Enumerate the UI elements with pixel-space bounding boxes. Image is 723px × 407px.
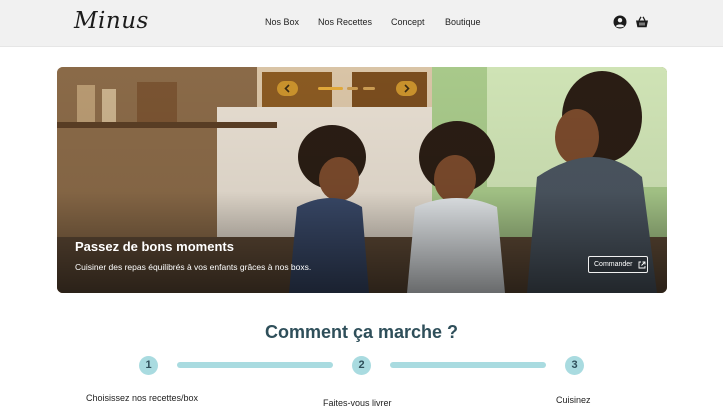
nav-nos-box[interactable]: Nos Box [265,17,299,27]
how-it-works-title: Comment ça marche ? [264,322,459,342]
step-label-1: Choisissez nos recettes/box [86,393,199,403]
basket-icon[interactable] [635,15,649,29]
nav-concept[interactable]: Concept [391,17,425,27]
step-label-2: Faites-vous livrer [323,398,392,407]
chevron-left-icon [284,84,290,93]
top-navbar: Minus Nos Box Nos Recettes Concept Bouti… [0,0,723,47]
carousel-dot-3[interactable] [363,87,375,90]
logo[interactable]: Minus [74,8,149,34]
carousel-dot-1[interactable] [318,87,343,90]
step-number-2: 2 [352,356,371,375]
hero-title: Passez de bons moments [75,239,234,254]
nav-nos-recettes[interactable]: Nos Recettes [318,17,372,27]
step-label-3: Cuisinez [556,395,591,405]
hero-subtitle: Cuisiner des repas équilibrés à vos enfa… [75,262,312,272]
user-circle-icon[interactable] [613,15,627,29]
hero-image [57,67,667,293]
carousel-next-button[interactable] [396,81,417,96]
step-number-3: 3 [565,356,584,375]
commander-button[interactable]: Commander [588,256,648,273]
step-connector-2 [390,362,546,368]
chevron-right-icon [404,84,410,93]
hero-banner: Passez de bons moments Cuisiner des repa… [57,67,667,293]
carousel-dot-2[interactable] [347,87,358,90]
nav-boutique[interactable]: Boutique [445,17,481,27]
step-connector-1 [177,362,333,368]
external-link-icon [638,261,646,269]
carousel-prev-button[interactable] [277,81,298,96]
commander-label: Commander [594,261,633,268]
step-number-1: 1 [139,356,158,375]
